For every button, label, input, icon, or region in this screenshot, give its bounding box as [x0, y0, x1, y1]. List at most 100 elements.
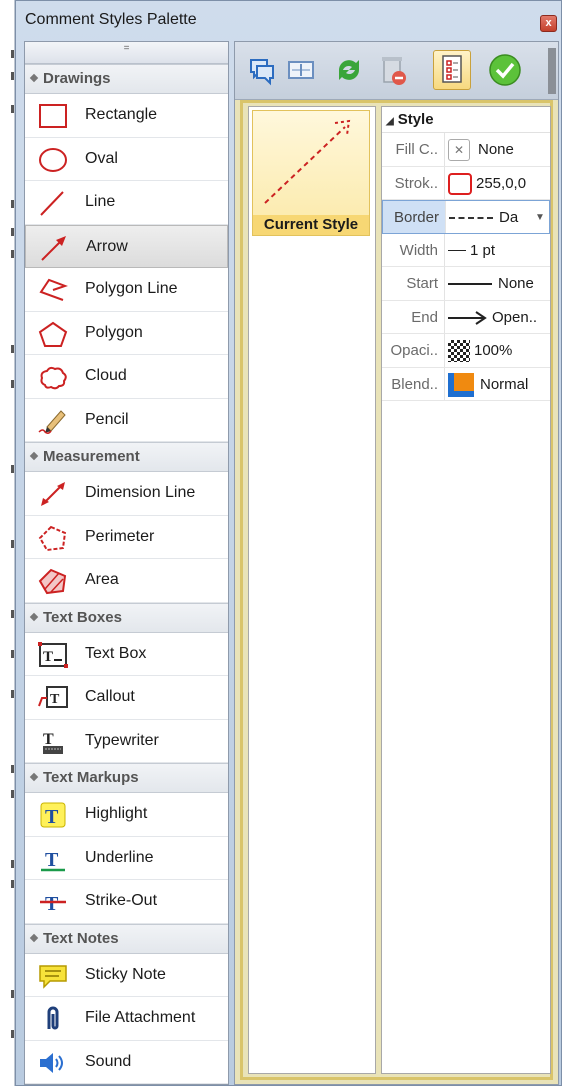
polygon-line-icon: [39, 278, 68, 301]
tool-polygon-line[interactable]: Polygon Line: [25, 268, 228, 312]
new-comment-button[interactable]: [243, 52, 279, 88]
apply-check-icon: [489, 54, 521, 86]
tool-sticky-note[interactable]: Sticky Note: [25, 954, 228, 997]
property-fill-color[interactable]: Fill C.. ✕ None: [382, 133, 550, 167]
oval-icon: [39, 147, 67, 172]
tool-area[interactable]: Area: [25, 559, 228, 603]
tool-label: File Attachment: [85, 1009, 196, 1026]
stroke-color-value: 255,0,0: [476, 174, 527, 192]
tool-rectangle[interactable]: Rectangle: [25, 94, 228, 138]
close-button[interactable]: x: [540, 15, 557, 32]
tool-label: Arrow: [86, 237, 128, 255]
cloud-icon: [40, 366, 67, 390]
tool-dimension-line[interactable]: Dimension Line: [25, 472, 228, 516]
tool-label: Area: [85, 571, 119, 588]
window-title: Comment Styles Palette: [25, 11, 197, 28]
show-properties-button[interactable]: [433, 50, 471, 90]
tool-arrow[interactable]: Arrow: [25, 224, 228, 268]
tool-label: Polygon: [85, 323, 143, 341]
title-bar: Comment Styles Palette x: [16, 1, 561, 39]
end-value: Open..: [492, 308, 538, 326]
text-box-icon: T: [38, 641, 68, 668]
property-border-style[interactable]: Border Da ▼: [382, 200, 550, 234]
rectangle-icon: [39, 104, 67, 128]
collapse-triangle-icon: ◢: [386, 116, 394, 127]
tool-label: Dimension Line: [85, 484, 196, 501]
comment-styles-palette-window: Comment Styles Palette x = Drawings Rect…: [15, 0, 562, 1086]
category-text-boxes[interactable]: Text Boxes: [25, 602, 228, 633]
tool-highlight[interactable]: T Highlight: [25, 793, 228, 837]
tool-label: Polygon Line: [85, 280, 178, 297]
current-style-card[interactable]: Current Style: [252, 110, 370, 236]
background-page-edge: [0, 0, 15, 1086]
no-fill-icon: ✕: [448, 139, 470, 162]
tool-label: Highlight: [85, 805, 148, 822]
refresh-icon: [339, 60, 359, 80]
border-style-value: Da: [499, 209, 519, 226]
category-measurement[interactable]: Measurement: [25, 442, 228, 472]
svg-text:T: T: [45, 893, 59, 915]
style-section-header[interactable]: ◢ Style: [382, 107, 550, 133]
tool-strike-out[interactable]: T Strike-Out: [25, 880, 228, 924]
tool-label: Pencil: [85, 410, 129, 428]
tool-pencil[interactable]: Pencil: [25, 399, 228, 442]
fill-color-value: None: [478, 141, 514, 158]
property-width[interactable]: Width 1 pt: [382, 233, 550, 267]
tool-line[interactable]: Line: [25, 181, 228, 225]
stroke-color-swatch-icon: [448, 172, 472, 195]
speaker-icon: [40, 1052, 63, 1073]
show-properties-icon: [442, 55, 462, 83]
underline-icon: T: [41, 849, 65, 871]
tool-text-box[interactable]: T Text Box: [25, 633, 228, 676]
apply-button[interactable]: [487, 52, 523, 88]
collapse-diamond-icon: [29, 933, 39, 942]
tool-cloud[interactable]: Cloud: [25, 355, 228, 399]
tool-oval[interactable]: Oval: [25, 138, 228, 181]
tool-label: Rectangle: [85, 106, 158, 123]
tool-label: Sticky Note: [85, 965, 166, 983]
tool-polygon[interactable]: Polygon: [25, 312, 228, 355]
tool-typewriter[interactable]: T Typewriter: [25, 720, 228, 763]
style-editor-panel: Current Style ◢ Style Fill C.. ✕ None Stro…: [234, 41, 559, 1085]
edit-style-button[interactable]: [283, 52, 319, 88]
tool-perimeter[interactable]: Perimeter: [25, 516, 228, 559]
palette-grip-handle[interactable]: =: [25, 42, 228, 64]
tool-label: Strike-Out: [85, 892, 158, 909]
line-width-icon: [448, 250, 466, 252]
svg-text:T: T: [45, 806, 59, 828]
style-editor-content: Current Style ◢ Style Fill C.. ✕ None Stro…: [240, 100, 553, 1080]
tool-label: Cloud: [85, 367, 127, 384]
dropdown-arrow-icon[interactable]: ▼: [535, 201, 545, 233]
category-text-markups[interactable]: Text Markups: [25, 763, 228, 793]
tool-label: Text Box: [85, 644, 147, 662]
tool-underline[interactable]: T Underline: [25, 837, 228, 880]
refresh-button[interactable]: [331, 52, 367, 88]
svg-text:T: T: [43, 649, 53, 665]
category-text-notes[interactable]: Text Notes: [25, 923, 228, 954]
tool-label: Line: [85, 193, 116, 210]
category-drawings[interactable]: Drawings: [25, 64, 228, 94]
svg-text:T: T: [45, 849, 59, 871]
toolbar-scroll-handle[interactable]: [548, 48, 556, 94]
strike-out-icon: T: [40, 893, 66, 915]
property-start[interactable]: Start None: [382, 267, 550, 301]
property-blend-mode[interactable]: Blend.. Normal: [382, 367, 550, 401]
new-comment-icon: [250, 59, 274, 86]
tool-sound[interactable]: Sound: [25, 1041, 228, 1084]
property-stroke-color[interactable]: Strok.. 255,0,0: [382, 166, 550, 200]
sticky-note-icon: [39, 964, 67, 989]
collapse-diamond-icon: [29, 73, 39, 83]
property-opacity[interactable]: Opaci.. 100%: [382, 334, 550, 368]
tool-file-attachment[interactable]: File Attachment: [25, 997, 228, 1041]
tool-callout[interactable]: T Callout: [25, 676, 228, 720]
delete-icon: [382, 57, 406, 85]
comment-tools-palette: = Drawings Rectangle Oval Line Arrow Pol: [24, 41, 229, 1085]
tool-label: Perimeter: [85, 527, 155, 545]
start-value: None: [498, 275, 534, 292]
svg-text:T: T: [50, 692, 60, 707]
tool-label: Underline: [85, 848, 154, 866]
property-end[interactable]: End Open..: [382, 300, 550, 334]
delete-button[interactable]: [375, 52, 411, 88]
open-arrow-end-icon: [448, 310, 487, 325]
edit-style-icon: [288, 61, 314, 79]
